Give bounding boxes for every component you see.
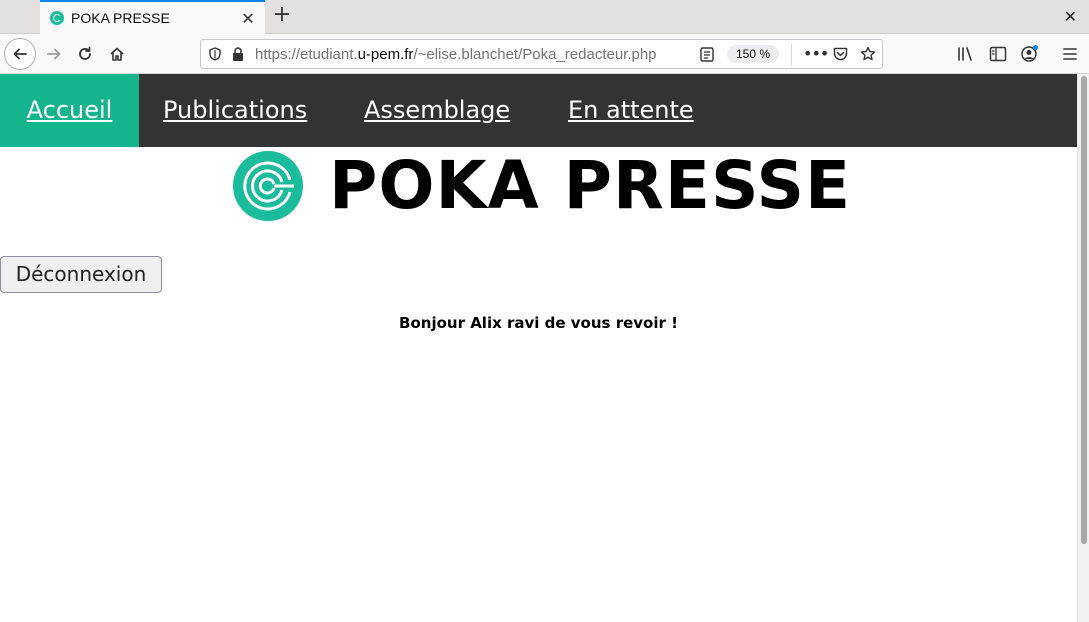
nav-link-publications[interactable]: Publications	[163, 74, 307, 147]
logout-button[interactable]: Déconnexion	[0, 256, 162, 293]
poka-logo-icon	[233, 151, 303, 221]
close-window-icon[interactable]: ✕	[1064, 7, 1077, 26]
page-content: Accueil Publications Assemblage En atten…	[0, 74, 1077, 622]
tab-title: POKA PRESSE	[71, 10, 170, 26]
favicon-icon	[50, 11, 64, 25]
url-host: u-pem.fr	[357, 45, 414, 63]
site-title: POKA PRESSE	[329, 147, 852, 224]
url-path: /~elise.blanchet/Poka_redacteur.php	[413, 45, 657, 63]
url-prefix: https://etudiant.	[255, 45, 358, 63]
more-icon[interactable]: •••	[803, 44, 829, 63]
reload-icon[interactable]	[69, 38, 101, 70]
forward-arrow-icon[interactable]	[38, 38, 70, 70]
star-icon[interactable]	[860, 46, 876, 62]
browser-tab-bar: POKA PRESSE ✕ + ✕	[0, 0, 1089, 34]
address-bar[interactable]: https://etudiant.u-pem.fr/~elise.blanche…	[200, 39, 883, 69]
nav-link-en-attente[interactable]: En attente	[568, 74, 694, 147]
new-tab-button[interactable]: +	[270, 4, 294, 28]
home-icon[interactable]	[101, 38, 133, 70]
site-navigation: Accueil Publications Assemblage En atten…	[0, 74, 1077, 147]
sidebar-icon[interactable]	[989, 45, 1007, 63]
hamburger-menu-icon[interactable]	[1061, 45, 1079, 63]
reader-view-icon[interactable]	[700, 47, 714, 62]
nav-link-assemblage[interactable]: Assemblage	[364, 74, 510, 147]
welcome-message: Bonjour Alix ravi de vous revoir !	[399, 314, 678, 332]
site-header: POKA PRESSE	[232, 149, 851, 223]
url-separator	[791, 44, 792, 65]
close-tab-icon[interactable]: ✕	[235, 9, 261, 28]
nav-link-accueil[interactable]: Accueil	[0, 74, 139, 147]
shield-icon[interactable]	[208, 47, 222, 61]
account-icon[interactable]	[1020, 45, 1038, 63]
browser-tab[interactable]: POKA PRESSE ✕	[40, 0, 265, 34]
page-scrollbar[interactable]	[1077, 74, 1089, 622]
library-icon[interactable]	[957, 45, 975, 63]
scrollbar-thumb[interactable]	[1081, 76, 1087, 544]
lock-icon[interactable]	[232, 47, 244, 61]
url-text: https://etudiant.u-pem.fr/~elise.blanche…	[255, 46, 657, 63]
browser-toolbar: https://etudiant.u-pem.fr/~elise.blanche…	[0, 34, 1089, 74]
back-arrow-icon[interactable]	[4, 38, 36, 70]
zoom-level-button[interactable]: 150 %	[727, 45, 779, 63]
pocket-icon[interactable]	[833, 47, 848, 61]
